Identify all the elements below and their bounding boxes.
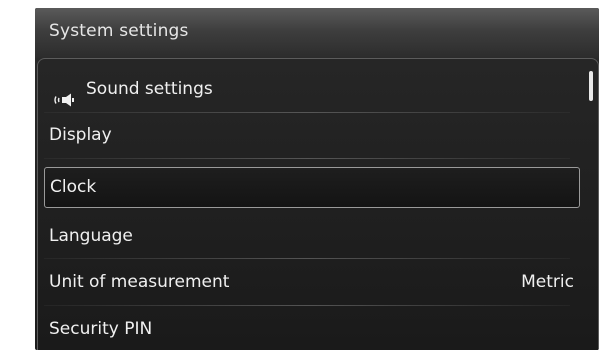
scrollbar[interactable] (588, 63, 594, 347)
menu-item-label: Security PIN (49, 319, 153, 339)
menu-item-label: Unit of measurement (49, 272, 230, 292)
menu-item-sound-settings[interactable]: Sound settings (44, 67, 580, 111)
menu-item-label: Display (49, 125, 112, 145)
divider (44, 158, 570, 159)
menu-item-label: Language (49, 226, 133, 246)
divider (44, 305, 570, 306)
menu-item-clock[interactable]: Clock (44, 167, 580, 208)
menu-item-language[interactable]: Language (44, 214, 580, 258)
menu-item-display[interactable]: Display (44, 113, 580, 157)
menu-item-value: Metric (521, 272, 574, 292)
menu-item-security-pin[interactable]: Security PIN (44, 307, 580, 350)
system-settings-screen: System settings Sound settings Display C… (35, 8, 599, 350)
divider (44, 258, 570, 259)
menu-item-unit-of-measurement[interactable]: Unit of measurement Metric (44, 260, 580, 304)
settings-list: Sound settings Display Clock Language Un… (37, 58, 599, 350)
speaker-icon (53, 81, 79, 107)
scrollbar-thumb[interactable] (589, 71, 593, 101)
title-bar: System settings (35, 8, 599, 58)
menu-item-label: Clock (50, 177, 97, 197)
menu-item-label: Sound settings (86, 79, 213, 99)
page-title: System settings (49, 21, 189, 41)
